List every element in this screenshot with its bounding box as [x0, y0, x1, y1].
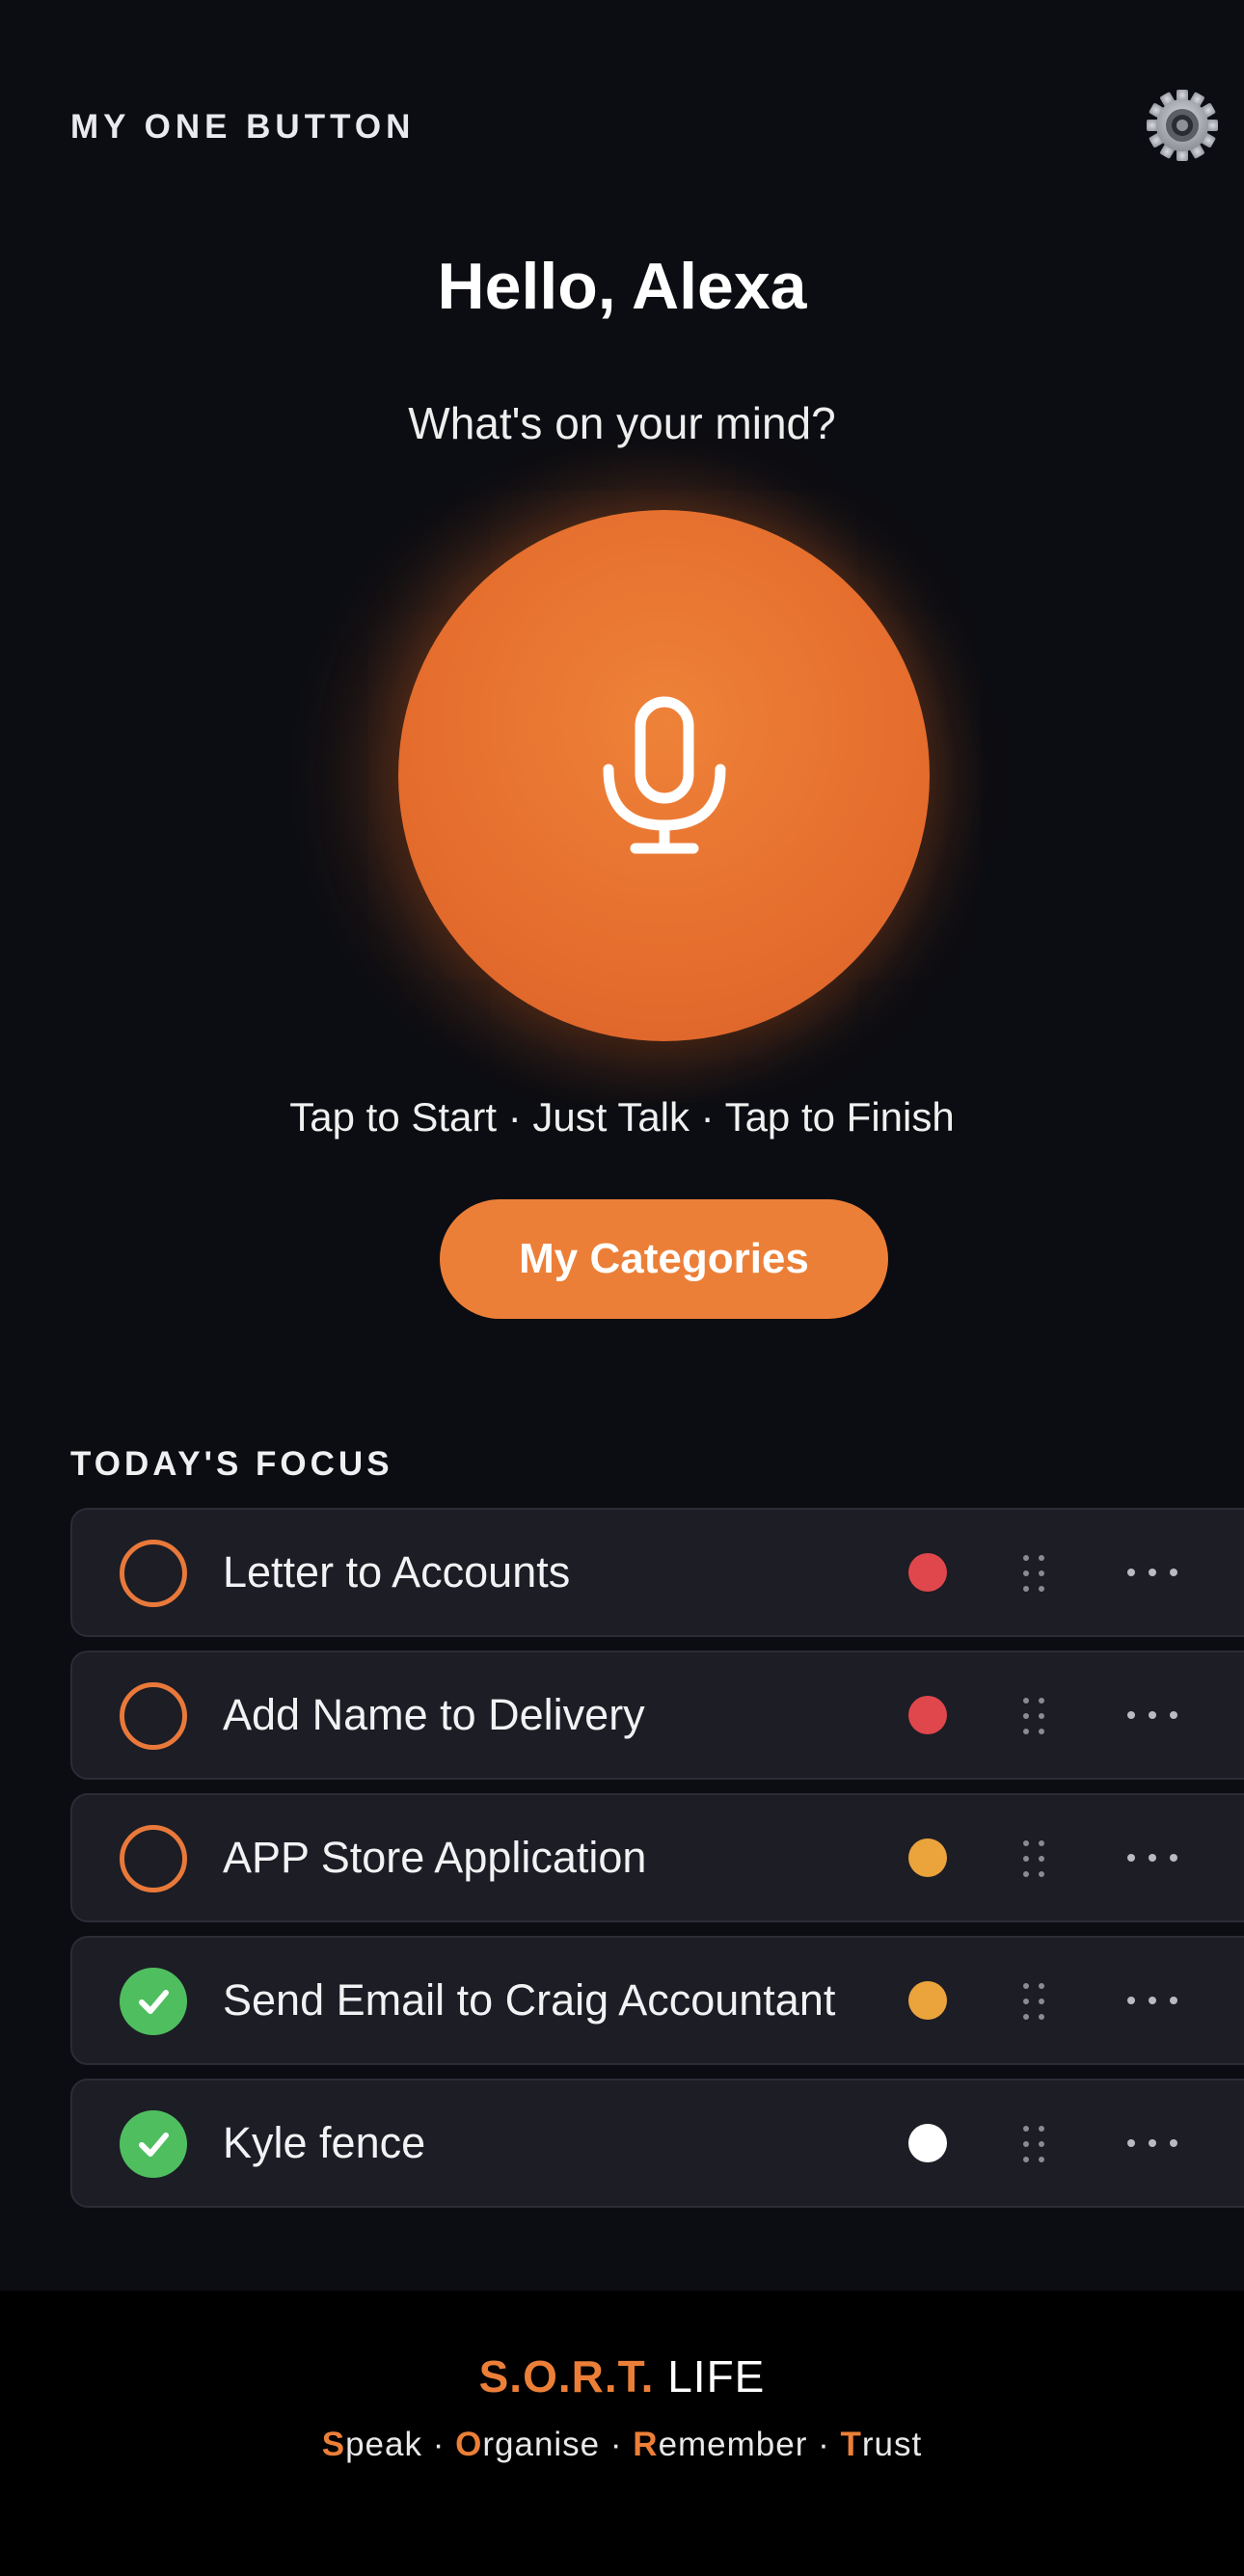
tagline-separator: · — [432, 2426, 456, 2463]
drag-handle-icon[interactable] — [1014, 2123, 1053, 2165]
more-options-icon[interactable] — [1123, 1701, 1181, 1730]
task-card[interactable]: Kyle fence — [70, 2079, 1244, 2208]
app-label: MY ONE BUTTON — [70, 108, 416, 146]
more-options-icon[interactable] — [1123, 1986, 1181, 2015]
task-title: Kyle fence — [223, 2118, 426, 2167]
task-title: Letter to Accounts — [223, 1547, 571, 1597]
more-options-icon[interactable] — [1123, 1558, 1181, 1587]
task-checkbox[interactable] — [120, 1968, 187, 2035]
task-title: APP Store Application — [223, 1833, 647, 1882]
greeting: Hello, Alexa — [437, 250, 807, 323]
brand-rest: LIFE — [654, 2351, 766, 2402]
checkmark-icon — [139, 2133, 169, 2157]
brand-accent: S.O.R.T. — [478, 2351, 655, 2402]
brand-logo: S.O.R.T. LIFE — [0, 2350, 1244, 2402]
drag-handle-icon[interactable] — [1014, 1838, 1053, 1880]
priority-dot — [908, 1838, 947, 1877]
footer: S.O.R.T. LIFE Speak · Organise · Remembe… — [0, 2291, 1244, 2576]
task-checkbox[interactable] — [120, 2110, 187, 2178]
task-title: Send Email to Craig Accountant — [223, 1975, 836, 2025]
task-title: Add Name to Delivery — [223, 1690, 645, 1739]
task-card[interactable]: APP Store Application — [70, 1793, 1244, 1922]
tagline: Speak · Organise · Remember · Trust — [0, 2426, 1244, 2464]
tagline-word: rganise — [482, 2426, 601, 2463]
tagline-initial: O — [455, 2426, 483, 2463]
checkmark-icon — [139, 1990, 169, 2014]
drag-handle-icon[interactable] — [1014, 1980, 1053, 2023]
task-card[interactable]: Add Name to Delivery — [70, 1650, 1244, 1780]
tagline-initial: T — [840, 2426, 862, 2463]
tagline-separator: · — [818, 2426, 841, 2463]
drag-handle-icon[interactable] — [1014, 1695, 1053, 1737]
usage-hint: Tap to Start · Just Talk · Tap to Finish — [289, 1094, 955, 1140]
settings-button[interactable] — [1146, 89, 1219, 162]
microphone-icon — [603, 696, 725, 853]
my-categories-button[interactable]: My Categories — [440, 1199, 888, 1319]
task-checkbox[interactable] — [120, 1682, 187, 1750]
record-button[interactable] — [398, 510, 930, 1041]
task-card[interactable]: Send Email to Craig Accountant — [70, 1936, 1244, 2065]
tagline-separator: · — [609, 2426, 634, 2463]
task-card[interactable]: Letter to Accounts — [70, 1508, 1244, 1637]
priority-dot — [908, 1553, 947, 1592]
tagline-word: emember — [658, 2426, 808, 2463]
priority-dot — [908, 2124, 947, 2162]
tagline-initial: S — [321, 2426, 346, 2463]
todays-focus-title: TODAY'S FOCUS — [70, 1445, 393, 1483]
gear-icon — [1147, 90, 1218, 161]
more-options-icon[interactable] — [1123, 1843, 1181, 1872]
task-checkbox[interactable] — [120, 1540, 187, 1607]
drag-handle-icon[interactable] — [1014, 1552, 1053, 1595]
priority-dot — [908, 1981, 947, 2020]
tagline-word: peak — [345, 2426, 422, 2463]
priority-dot — [908, 1696, 947, 1734]
more-options-icon[interactable] — [1123, 2129, 1181, 2158]
tagline-initial: R — [633, 2426, 659, 2463]
tagline-word: rust — [861, 2426, 923, 2463]
task-checkbox[interactable] — [120, 1825, 187, 1892]
task-list: Letter to Accounts Add Name to Delivery … — [70, 1508, 1244, 2221]
